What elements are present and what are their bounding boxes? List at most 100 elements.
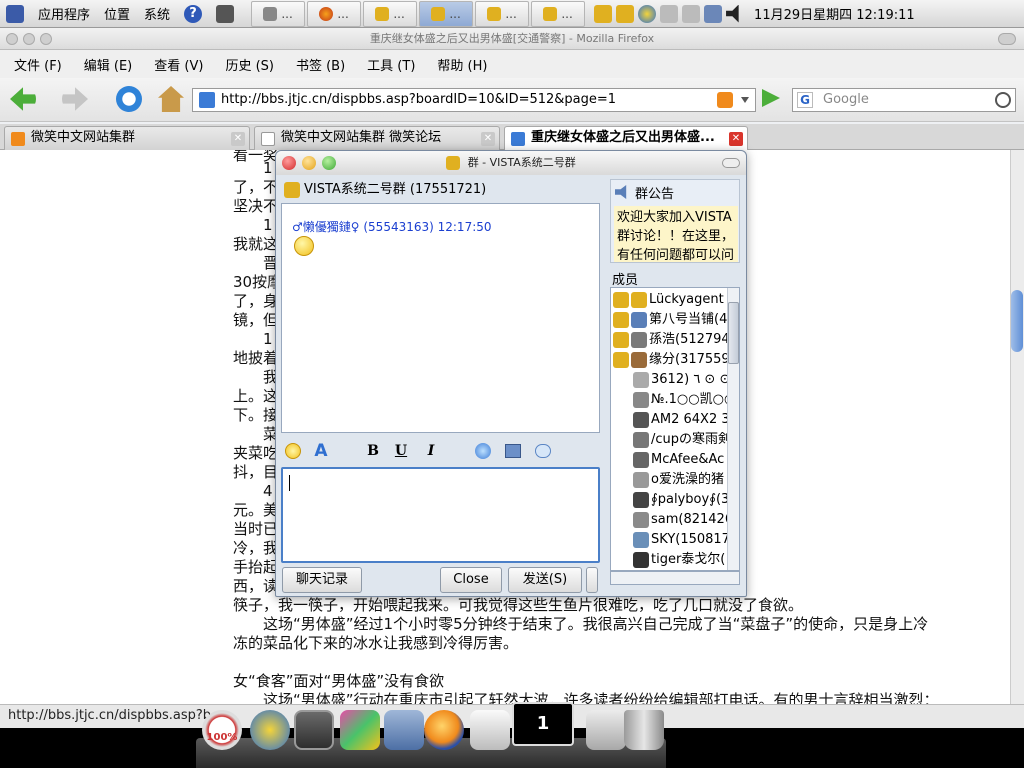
member-item[interactable]: o爱洗澡的猪 [611, 470, 727, 490]
scrollbar-thumb[interactable] [1011, 290, 1023, 352]
monitor-dock-icon[interactable] [294, 710, 334, 750]
url-bar[interactable]: http://bbs.jtjc.cn/dispbbs.asp?boardID=1… [192, 88, 756, 112]
search-input[interactable]: G Google [792, 88, 1016, 112]
taskbar-item-2[interactable]: ... [307, 0, 362, 27]
avatar-icon [633, 392, 649, 408]
taskbar-item-6[interactable]: ... [531, 0, 586, 27]
member-item[interactable]: 孫浩(512794 [611, 330, 727, 350]
terminal-launcher-icon[interactable] [216, 4, 235, 23]
back-arrow-icon[interactable] [10, 87, 36, 111]
taskbar-item-4[interactable]: ... [419, 0, 474, 27]
clock-dock-icon[interactable]: 100% [202, 710, 242, 750]
taskbar-item-5[interactable]: ... [475, 0, 530, 27]
member-item[interactable]: Lückyagent [611, 290, 727, 310]
search-icon[interactable] [995, 92, 1011, 108]
qq-tray-icon[interactable] [594, 4, 613, 23]
tab-close-icon[interactable]: ✕ [729, 132, 743, 146]
member-scrollbar-thumb[interactable] [728, 302, 739, 364]
chat-minimize-button[interactable] [302, 156, 316, 170]
send-options-button[interactable] [586, 567, 598, 593]
gnome-foot-icon[interactable] [6, 4, 24, 23]
printer-icon-2[interactable] [682, 4, 701, 23]
printer-icon[interactable] [660, 4, 679, 23]
vertical-scrollbar[interactable] [1010, 150, 1024, 704]
menu-bookmarks[interactable]: 书签 (B) [296, 55, 345, 74]
window-minimize-button[interactable] [23, 33, 35, 45]
notice-text: 欢迎大家加入VISTA群讨论！！在这里，有任何问题都可以问 [614, 206, 738, 262]
chat-close-button[interactable] [282, 156, 296, 170]
send-button[interactable]: 发送(S) [508, 567, 582, 593]
taskbar-item-3[interactable]: ... [363, 0, 418, 27]
tab-3[interactable]: 重庆继女体盛之后又出男体盛... ✕ [504, 126, 748, 151]
message-input[interactable] [281, 467, 600, 563]
member-item[interactable]: AM2 64X2 3 [611, 410, 727, 430]
tab-close-icon[interactable]: ✕ [231, 132, 245, 146]
paint-dock-icon[interactable] [340, 710, 380, 750]
close-button[interactable]: Close [440, 567, 502, 593]
forward-arrow-icon[interactable] [62, 87, 88, 111]
home-icon[interactable] [158, 86, 184, 112]
member-item[interactable]: tiger泰戈尔( [611, 550, 727, 570]
qq-penguin-icon [487, 6, 502, 21]
members-label: 成员 [612, 273, 639, 288]
swirl-dock-icon[interactable] [250, 710, 290, 750]
menu-view[interactable]: 查看 (V) [154, 55, 203, 74]
drive-dock-icon[interactable] [586, 710, 626, 750]
bold-button[interactable]: B [363, 441, 383, 461]
menu-system[interactable]: 系统 [144, 4, 170, 23]
window-collapse-button[interactable] [998, 33, 1016, 45]
member-horizontal-scrollbar[interactable] [610, 571, 740, 585]
message-history[interactable]: ♂懒優獨鏈♀ (55543163) 12:17:50 [281, 203, 600, 433]
chat-collapse-button[interactable] [722, 158, 740, 168]
qq-tray-icon-2[interactable] [616, 4, 635, 23]
swirl-icon[interactable] [638, 4, 657, 23]
reload-icon[interactable] [116, 86, 142, 112]
member-item[interactable]: SKY(150817 [611, 530, 727, 550]
chat-history-button[interactable]: 聊天记录 [282, 567, 362, 593]
font-style-icon[interactable]: A [311, 441, 331, 461]
italic-button[interactable]: I [421, 441, 441, 461]
text-editor-dock-icon[interactable] [470, 710, 510, 750]
menu-places[interactable]: 位置 [104, 4, 130, 23]
menu-tools[interactable]: 工具 (T) [367, 55, 415, 74]
member-item[interactable]: McAfee&Ac [611, 450, 727, 470]
member-item[interactable]: 缘分(317559 [611, 350, 727, 370]
screenshot-icon[interactable] [503, 441, 523, 461]
tab-2[interactable]: 微笑中文网站集群 微笑论坛 ✕ [254, 126, 500, 150]
go-arrow-icon[interactable] [762, 89, 780, 107]
chat-maximize-button[interactable] [322, 156, 336, 170]
globe-icon[interactable] [473, 441, 493, 461]
article-line: 冻的菜品化下来的冰水让我感到冷得厉害。 [233, 634, 519, 652]
window-close-button[interactable] [6, 33, 18, 45]
tab-close-icon[interactable]: ✕ [481, 132, 495, 146]
emoji-picker-icon[interactable] [283, 441, 303, 461]
member-list[interactable]: Lückyagent 第八号当铺(4 孫浩(512794 缘分(317559 ر⊙ ⊙ … [610, 287, 740, 571]
menu-edit[interactable]: 编辑 (E) [84, 55, 133, 74]
firefox-dock-icon[interactable] [424, 710, 464, 750]
clock[interactable]: 11月29日星期四 12:19:11 [754, 4, 915, 23]
rss-icon[interactable] [717, 92, 733, 108]
network-icon[interactable] [704, 4, 723, 23]
member-item[interactable]: sam(821426 [611, 510, 727, 530]
chat-bubble-icon[interactable] [533, 441, 553, 461]
mail-dock-icon[interactable] [384, 710, 424, 750]
workspace-switcher[interactable]: 1 [512, 702, 574, 746]
chevron-down-icon[interactable] [741, 97, 749, 103]
volume-icon[interactable] [726, 4, 739, 23]
taskbar-item-1[interactable]: ... [251, 0, 306, 27]
member-item[interactable]: 第八号当铺(4 [611, 310, 727, 330]
tab-1[interactable]: 微笑中文网站集群 ✕ [4, 126, 250, 150]
underline-button[interactable]: U [391, 441, 411, 461]
window-maximize-button[interactable] [40, 33, 52, 45]
member-item[interactable]: /cupの寒雨剣 [611, 430, 727, 450]
member-item[interactable]: ر⊙ ⊙ ٦ (3612 [611, 370, 727, 390]
member-item[interactable]: ∮palyboy∮(3 [611, 490, 727, 510]
menu-help[interactable]: 帮助 (H) [437, 55, 487, 74]
trash-dock-icon[interactable] [624, 710, 664, 750]
member-item[interactable]: №.1○○凯○○ [611, 390, 727, 410]
menu-history[interactable]: 历史 (S) [225, 55, 274, 74]
page-icon [11, 132, 25, 146]
menu-applications[interactable]: 应用程序 [38, 4, 90, 23]
menu-file[interactable]: 文件 (F) [14, 55, 62, 74]
help-icon[interactable]: ? [184, 4, 203, 23]
